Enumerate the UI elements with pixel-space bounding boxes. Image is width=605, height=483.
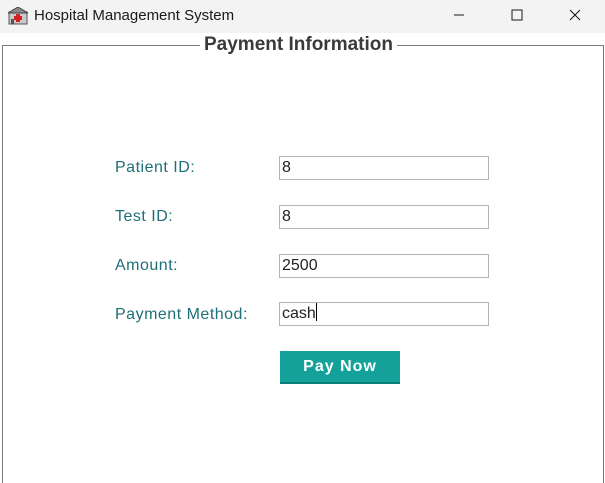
minimize-button[interactable] bbox=[430, 0, 488, 33]
close-icon bbox=[569, 8, 581, 26]
test-id-field[interactable]: 8 bbox=[279, 205, 489, 229]
payment-method-label: Payment Method: bbox=[115, 306, 248, 323]
hospital-app-icon bbox=[6, 6, 30, 25]
amount-label: Amount: bbox=[115, 257, 179, 274]
text-caret bbox=[315, 303, 317, 321]
title-bar[interactable]: Hospital Management System bbox=[0, 0, 605, 33]
pay-now-button[interactable]: Pay Now bbox=[280, 351, 400, 384]
payment-method-field[interactable]: cash bbox=[279, 302, 489, 326]
payment-panel: Payment Information Patient ID: 8 Test I… bbox=[0, 33, 605, 483]
amount-field[interactable]: 2500 bbox=[279, 254, 489, 278]
minimize-icon bbox=[453, 8, 465, 26]
close-button[interactable] bbox=[546, 0, 604, 33]
payment-method-value: cash bbox=[282, 305, 316, 322]
maximize-icon bbox=[511, 8, 523, 26]
patient-id-field[interactable]: 8 bbox=[279, 156, 489, 180]
patient-id-label: Patient ID: bbox=[115, 159, 196, 176]
test-id-label: Test ID: bbox=[115, 208, 174, 225]
maximize-button[interactable] bbox=[488, 0, 546, 33]
panel-title: Payment Information bbox=[200, 34, 397, 56]
window-title: Hospital Management System bbox=[34, 7, 235, 24]
app-window: Hospital Management System Payment Infor… bbox=[0, 0, 605, 483]
